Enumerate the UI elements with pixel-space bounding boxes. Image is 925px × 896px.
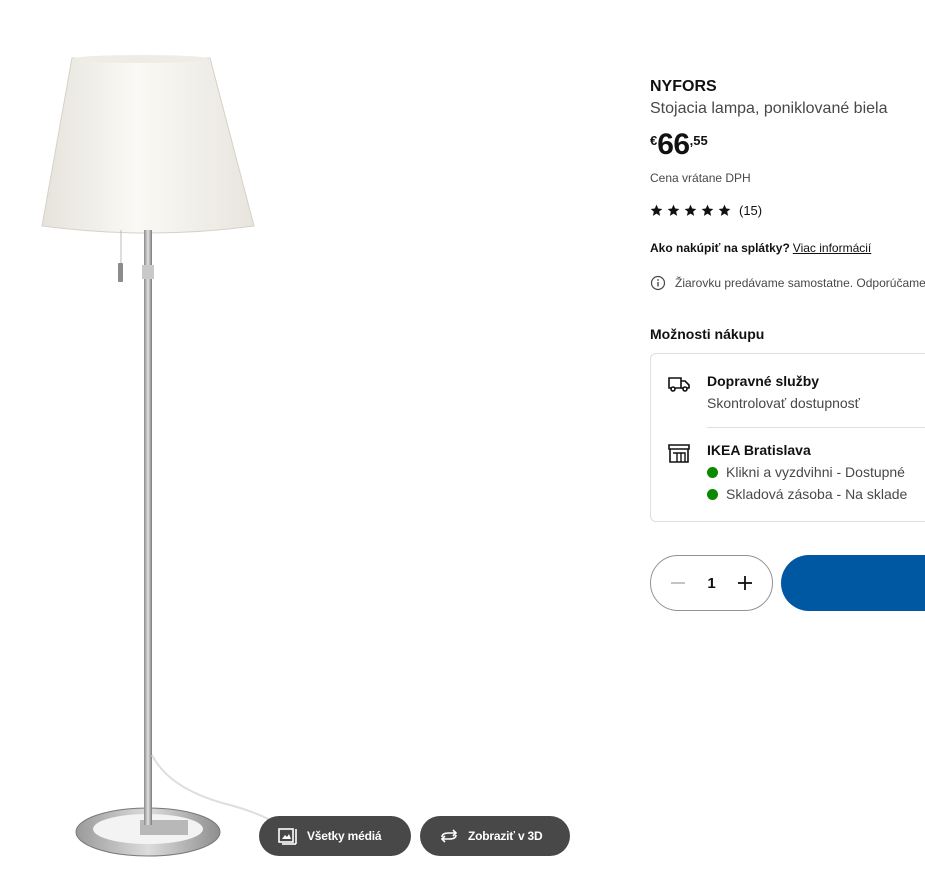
options-divider <box>707 427 925 428</box>
click-collect-status: Klikni a vyzdvihni - Dostupné <box>707 464 905 480</box>
bulb-note: Žiarovku predávame samostatne. Odporúčam… <box>650 275 925 291</box>
star-icon <box>667 204 680 216</box>
delivery-subtitle[interactable]: Skontrolovať dostupnosť <box>707 395 860 411</box>
delivery-title[interactable]: Dopravné služby <box>707 373 819 389</box>
star-icon <box>650 204 663 216</box>
purchase-options-card: Dopravné služby Skontrolovať dostupnosť … <box>650 353 925 522</box>
all-media-button[interactable]: Všetky médiá <box>259 816 411 856</box>
purchase-options-heading: Možnosti nákupu <box>650 326 765 342</box>
add-to-cart-button[interactable] <box>781 555 925 611</box>
gallery-icon <box>277 825 299 847</box>
star-icon <box>684 204 697 216</box>
price-decimal: ,55 <box>689 133 708 148</box>
minus-icon <box>671 582 685 584</box>
plus-icon <box>738 576 752 590</box>
installments-link[interactable]: Viac informácií <box>793 241 871 255</box>
product-media-gallery: Všetky médiá Zobraziť v 3D <box>0 0 600 896</box>
quantity-value[interactable]: 1 <box>707 575 715 592</box>
decrease-quantity-button[interactable] <box>668 573 688 593</box>
rotate-3d-icon <box>438 825 460 847</box>
store-title[interactable]: IKEA Bratislava <box>707 442 811 458</box>
click-collect-text: Klikni a vyzdvihni - Dostupné <box>726 464 905 480</box>
star-icon <box>718 204 731 216</box>
bulb-note-text: Žiarovku predávame samostatne. Odporúčam… <box>675 276 925 290</box>
installments-question: Ako nakúpiť na splátky? <box>650 241 790 255</box>
product-description: Stojacia lampa, poniklované biela <box>650 100 888 117</box>
installments-info: Ako nakúpiť na splátky? Viac informácií <box>650 241 871 255</box>
rating-count: (15) <box>739 203 763 218</box>
in-stock-status-dot <box>707 488 718 500</box>
product-info-panel: NYFORS Stojacia lampa, poniklované biela… <box>650 0 925 896</box>
all-media-label: Všetky médiá <box>307 829 382 843</box>
truck-icon <box>668 377 690 392</box>
floor-lamp-image[interactable] <box>30 50 270 880</box>
star-icon <box>701 204 714 216</box>
product-name[interactable]: NYFORS <box>650 78 717 96</box>
store-icon <box>668 444 690 463</box>
view-3d-label: Zobraziť v 3D <box>468 829 543 843</box>
vat-note: Cena vrátane DPH <box>650 171 751 185</box>
price-currency: € <box>650 133 658 148</box>
stock-text: Skladová zásoba - Na sklade <box>726 486 908 502</box>
price-integer: 66 <box>657 128 690 161</box>
info-icon <box>650 275 666 291</box>
product-price: €66,55 <box>650 128 708 162</box>
rating-stars[interactable]: (15) <box>650 203 762 218</box>
available-status-dot <box>707 466 718 478</box>
quantity-stepper: 1 <box>650 555 773 611</box>
view-3d-button[interactable]: Zobraziť v 3D <box>420 816 570 856</box>
stock-status: Skladová zásoba - Na sklade <box>707 486 907 502</box>
increase-quantity-button[interactable] <box>735 573 755 593</box>
